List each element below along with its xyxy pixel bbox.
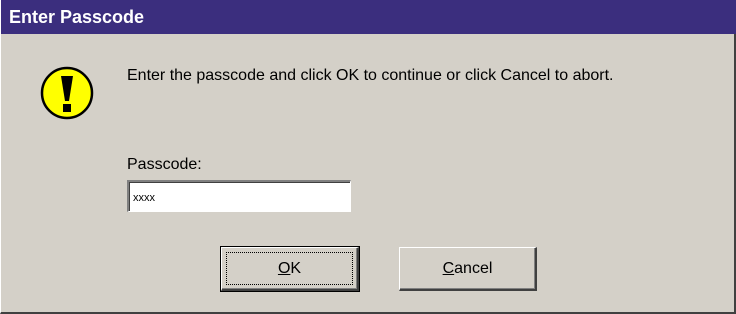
ok-button-label: OK [278,260,301,278]
cancel-button[interactable]: Cancel [399,247,537,291]
window-title: Enter Passcode [9,7,145,27]
warning-exclamation-icon [40,66,94,120]
ok-label-rest: K [290,259,302,277]
cancel-label-rest: ancel [454,259,493,277]
title-bar[interactable]: Enter Passcode [1,0,736,34]
passcode-input[interactable] [127,180,351,212]
cancel-button-label: Cancel [443,260,493,278]
ok-accelerator: O [277,259,291,277]
passcode-dialog: Enter Passcode Enter the passcode and cl… [0,0,736,314]
cancel-accelerator: C [442,259,455,277]
dialog-message: Enter the passcode and click OK to conti… [127,67,614,84]
passcode-label: Passcode: [127,156,202,173]
ok-button[interactable]: OK [220,246,360,292]
